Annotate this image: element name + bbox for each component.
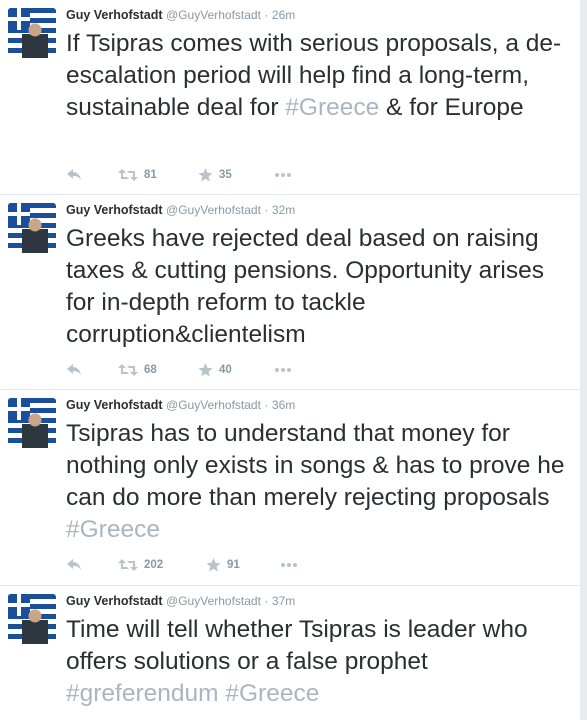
favorite-button[interactable]: 91 bbox=[206, 558, 240, 572]
hashtag-link[interactable]: #Greece bbox=[66, 516, 160, 543]
author-name[interactable]: Guy Verhofstadt bbox=[66, 594, 163, 608]
tweet-text-tail: & for Europe bbox=[379, 94, 524, 121]
avatar[interactable] bbox=[8, 594, 56, 644]
avatar[interactable] bbox=[8, 203, 56, 253]
retweet-icon bbox=[118, 364, 138, 376]
star-icon bbox=[198, 168, 213, 182]
more-icon bbox=[281, 563, 297, 567]
tweet-header: Guy Verhofstadt @GuyVerhofstadt · 37m bbox=[66, 594, 295, 608]
author-name[interactable]: Guy Verhofstadt bbox=[66, 203, 163, 217]
timestamp[interactable]: 32m bbox=[272, 203, 295, 217]
reply-button[interactable] bbox=[66, 363, 82, 377]
more-button[interactable] bbox=[280, 558, 298, 572]
favorite-button[interactable]: 35 bbox=[198, 168, 232, 182]
more-button[interactable] bbox=[274, 363, 292, 377]
avatar[interactable] bbox=[8, 8, 56, 58]
reply-icon bbox=[67, 559, 81, 570]
retweet-icon bbox=[118, 559, 138, 571]
retweet-button[interactable]: 68 bbox=[118, 363, 157, 377]
author-handle[interactable]: @GuyVerhofstadt bbox=[166, 203, 261, 217]
retweet-icon bbox=[118, 169, 138, 181]
retweet-count: 81 bbox=[144, 169, 157, 181]
retweet-button[interactable]: 202 bbox=[118, 558, 163, 572]
timestamp[interactable]: 26m bbox=[272, 8, 295, 22]
more-button[interactable] bbox=[274, 168, 292, 182]
timestamp[interactable]: 37m bbox=[272, 594, 295, 608]
more-icon bbox=[275, 368, 291, 372]
author-handle[interactable]: @GuyVerhofstadt bbox=[166, 398, 261, 412]
retweet-count: 202 bbox=[144, 559, 164, 571]
separator: · bbox=[264, 8, 269, 22]
separator: · bbox=[264, 203, 269, 217]
tweet[interactable]: Guy Verhofstadt @GuyVerhofstadt · 26m If… bbox=[0, 0, 580, 195]
reply-button[interactable] bbox=[66, 558, 82, 572]
tweet[interactable]: Guy Verhofstadt @GuyVerhofstadt · 36m Ts… bbox=[0, 390, 580, 586]
avatar[interactable] bbox=[8, 398, 56, 448]
tweet-text: Tsipras has to understand that money for… bbox=[66, 418, 576, 546]
more-icon bbox=[275, 173, 291, 177]
retweet-count: 68 bbox=[144, 364, 157, 376]
reply-button[interactable] bbox=[66, 168, 82, 182]
tweet-header: Guy Verhofstadt @GuyVerhofstadt · 26m bbox=[66, 8, 295, 22]
reply-icon bbox=[67, 169, 81, 180]
favorite-count: 40 bbox=[219, 364, 232, 376]
tweet-text: Greeks have rejected deal based on raisi… bbox=[66, 223, 576, 351]
author-name[interactable]: Guy Verhofstadt bbox=[66, 8, 163, 22]
tweet-text: If Tsipras comes with serious proposals,… bbox=[66, 28, 576, 124]
tweet[interactable]: Guy Verhofstadt @GuyVerhofstadt · 32m Gr… bbox=[0, 195, 580, 390]
hashtag-link[interactable]: #Greece bbox=[225, 680, 319, 707]
star-icon bbox=[206, 558, 221, 572]
tweet-header: Guy Verhofstadt @GuyVerhofstadt · 36m bbox=[66, 398, 295, 412]
tweet-header: Guy Verhofstadt @GuyVerhofstadt · 32m bbox=[66, 203, 295, 217]
author-name[interactable]: Guy Verhofstadt bbox=[66, 398, 163, 412]
hashtag-link[interactable]: #greferendum bbox=[66, 680, 219, 707]
favorite-count: 91 bbox=[227, 559, 240, 571]
timestamp[interactable]: 36m bbox=[272, 398, 295, 412]
tweet-text-body: Greeks have rejected deal based on raisi… bbox=[66, 225, 545, 348]
separator: · bbox=[264, 398, 269, 412]
star-icon bbox=[198, 363, 213, 377]
tweet-timeline: Guy Verhofstadt @GuyVerhofstadt · 26m If… bbox=[0, 0, 580, 720]
author-handle[interactable]: @GuyVerhofstadt bbox=[166, 594, 261, 608]
author-handle[interactable]: @GuyVerhofstadt bbox=[166, 8, 261, 22]
tweet[interactable]: Guy Verhofstadt @GuyVerhofstadt · 37m Ti… bbox=[0, 586, 580, 720]
tweet-text-body: Time will tell whether Tsipras is leader… bbox=[66, 616, 528, 675]
separator: · bbox=[264, 594, 269, 608]
hashtag-link[interactable]: #Greece bbox=[285, 94, 379, 121]
favorite-count: 35 bbox=[219, 169, 232, 181]
favorite-button[interactable]: 40 bbox=[198, 363, 232, 377]
reply-icon bbox=[67, 364, 81, 375]
retweet-button[interactable]: 81 bbox=[118, 168, 157, 182]
tweet-text: Time will tell whether Tsipras is leader… bbox=[66, 614, 576, 710]
tweet-text-body: Tsipras has to understand that money for… bbox=[66, 420, 565, 511]
